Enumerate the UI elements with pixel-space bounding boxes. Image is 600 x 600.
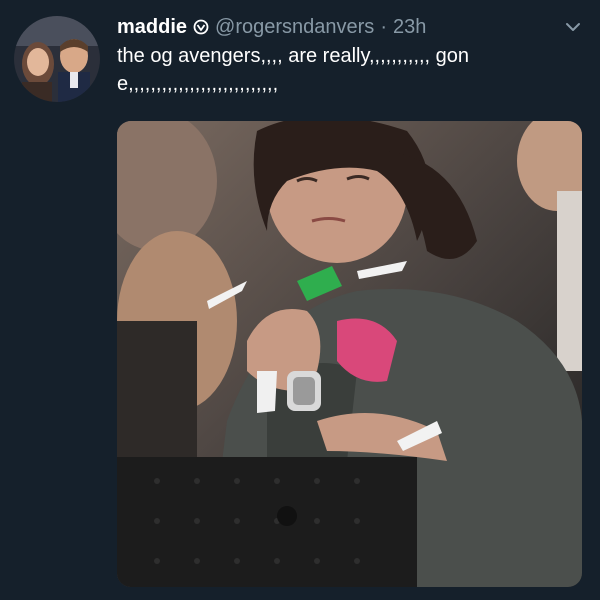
badge-icon (193, 19, 209, 35)
display-name[interactable]: maddie (117, 16, 187, 39)
timestamp[interactable]: 23h (393, 16, 426, 39)
media-image (117, 121, 582, 587)
avatar[interactable] (14, 16, 100, 102)
chevron-down-icon[interactable] (564, 20, 582, 34)
separator-dot: · (380, 15, 387, 38)
user-handle[interactable]: @rogersndanvers (215, 16, 374, 39)
tweet-media[interactable] (117, 121, 582, 587)
tweet-header: maddie @rogersndanvers · 23h (117, 12, 560, 42)
tweet-card[interactable]: maddie @rogersndanvers · 23h the og aven… (0, 0, 600, 600)
avatar-image (14, 16, 100, 102)
tweet-text: the og avengers,,,, are really,,,,,,,,,,… (117, 45, 470, 95)
